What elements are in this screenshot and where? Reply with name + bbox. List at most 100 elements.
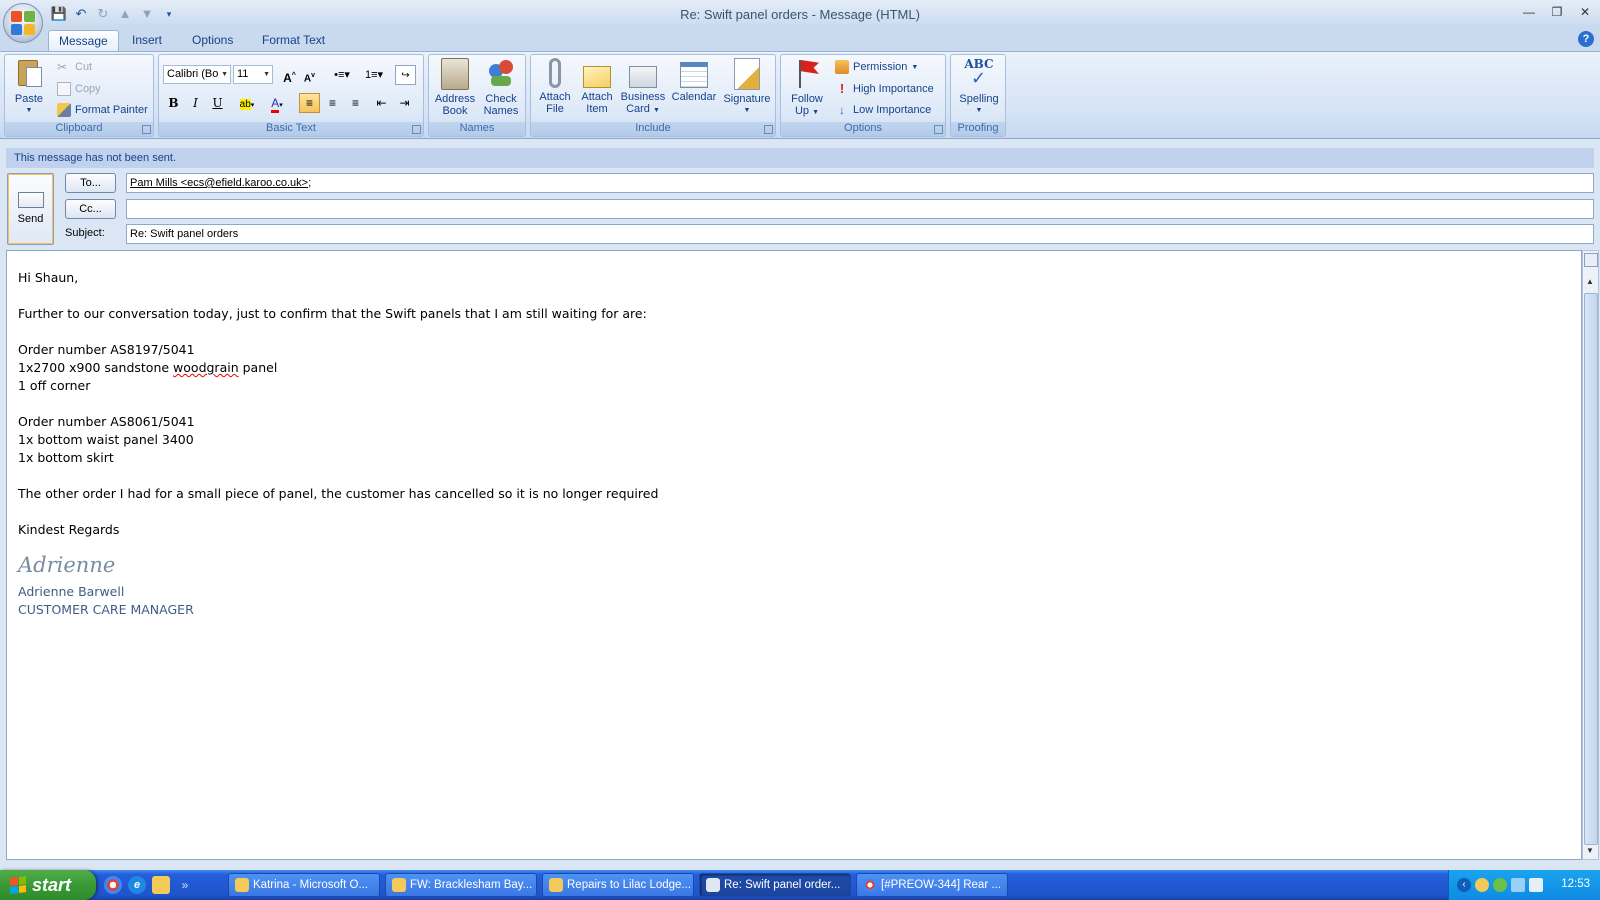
permission-dropdown-icon[interactable]: ▼ [911,64,918,71]
align-left-icon[interactable]: ≡ [299,93,320,113]
taskbar-item-katrina[interactable]: Katrina - Microsoft O... [228,873,380,897]
restore-icon[interactable]: ❐ [1546,3,1568,21]
internet-explorer-icon[interactable]: e [128,876,146,894]
office-button[interactable] [3,3,43,43]
subject-field[interactable]: Re: Swift panel orders [126,224,1594,244]
send-label: Send [17,213,44,225]
paste-dropdown-icon[interactable]: ▼ [9,105,49,117]
business-card-button[interactable]: Business Card ▼ [619,58,667,117]
permission-label: Permission [853,61,908,73]
address-book-label-2: Book [442,105,468,117]
align-right-icon[interactable]: ≡ [345,93,366,113]
tray-outlook-icon[interactable] [1475,878,1489,892]
include-group-label: Include [531,122,775,136]
taskbar-item-bracklesham[interactable]: FW: Bracklesham Bay... [385,873,537,897]
options-group: Follow Up ▼ Permission ▼ ! High Importan… [780,54,946,137]
follow-up-dropdown-icon[interactable]: ▼ [812,109,819,116]
highlight-icon[interactable]: ab▾ [233,93,261,113]
attach-item-button[interactable]: Attach Item [577,58,617,115]
cc-field[interactable] [126,199,1594,219]
spelling-dropdown-icon[interactable]: ▼ [955,105,1003,117]
to-button[interactable]: To... [65,173,116,193]
font-dropdown-icon[interactable]: ▼ [221,66,228,83]
more-icon[interactable]: » [176,876,194,894]
tray-status-icon[interactable] [1493,878,1507,892]
taskbar-item-swift-panel[interactable]: Re: Swift panel order... [699,873,851,897]
low-importance-button[interactable]: ↓ Low Importance [835,100,931,120]
tab-insert[interactable]: Insert [122,30,172,51]
outlook-icon[interactable] [152,876,170,894]
taskbar-item-preow[interactable]: [#PREOW-344] Rear ... [856,873,1008,897]
send-button[interactable]: Send [7,173,54,245]
attach-file-button[interactable]: Attach File [535,58,575,115]
permission-button[interactable]: Permission ▼ [835,57,918,77]
message-body[interactable]: Hi Shaun, Further to our conversation to… [6,250,1582,860]
subject-label: Subject: [65,227,105,239]
options-launcher-icon[interactable] [934,125,943,134]
high-importance-button[interactable]: ! High Importance [835,79,934,99]
ruler-toggle-icon[interactable] [1584,253,1598,267]
scrollbar-thumb[interactable] [1584,293,1598,845]
taskbar-item-lilac-lodge[interactable]: Repairs to Lilac Lodge... [542,873,694,897]
check-names-button[interactable]: Check Names [479,58,523,117]
italic-button[interactable]: I [185,93,206,113]
tray-volume-icon[interactable] [1529,878,1543,892]
size-dropdown-icon[interactable]: ▼ [263,66,270,83]
cut-button[interactable]: ✂ Cut [57,57,92,77]
calendar-button[interactable]: Calendar [669,58,719,103]
tray-expand-icon[interactable]: ‹ [1457,878,1471,892]
font-size-combo[interactable]: 11 ▼ [233,65,273,84]
misspelled-word[interactable]: woodgrain [173,360,239,375]
signature-dropdown-icon[interactable]: ▼ [721,105,773,117]
cc-button[interactable]: Cc... [65,199,116,219]
spelling-label: Spelling [959,93,999,105]
tab-message[interactable]: Message [48,30,119,51]
signature-script: Adrienne [18,553,116,577]
follow-up-button[interactable]: Follow Up ▼ [785,58,829,119]
grow-font-icon[interactable]: A^ [279,65,300,85]
clipboard-group: Paste ▼ ✂ Cut Copy Format Painter Clipbo… [4,54,154,137]
scroll-up-icon[interactable]: ▲ [1586,277,1594,286]
numbering-icon[interactable]: 1≡▾ [359,65,389,85]
chrome-task-icon [863,878,877,892]
to-recipient[interactable]: Pam Mills <ecs@efield.karoo.co.uk> [130,177,308,189]
window-controls: — ❐ ✕ [1518,3,1596,21]
shrink-font-icon[interactable]: Av [299,65,320,85]
tray-network-icon[interactable] [1511,878,1525,892]
tab-format-text[interactable]: Format Text [252,30,335,51]
bullets-icon[interactable]: •≡▾ [327,65,357,85]
copy-button[interactable]: Copy [57,79,101,99]
include-launcher-icon[interactable] [764,125,773,134]
paste-icon [13,58,45,90]
permission-icon [835,60,849,74]
scroll-down-icon[interactable]: ▼ [1586,846,1594,855]
start-button[interactable]: start [0,870,96,900]
vertical-scrollbar[interactable]: ▲ ▼ [1582,250,1599,860]
format-painter-button[interactable]: Format Painter [57,100,148,120]
signature-button[interactable]: Signature ▼ [721,58,773,117]
to-field[interactable]: Pam Mills <ecs@efield.karoo.co.uk>; [126,173,1594,193]
styles-icon[interactable]: ↪ [395,65,416,85]
close-icon[interactable]: ✕ [1574,3,1596,21]
basic-text-launcher-icon[interactable] [412,125,421,134]
red-flag-icon [791,58,823,90]
increase-indent-icon[interactable]: ⇥ [394,93,415,113]
tab-options[interactable]: Options [182,30,243,51]
intro-paragraph: Further to our conversation today, just … [18,306,647,321]
align-center-icon[interactable]: ≡ [322,93,343,113]
address-book-button[interactable]: Address Book [433,58,477,117]
font-name-combo[interactable]: Calibri (Bo ▼ [163,65,231,84]
chrome-icon[interactable] [104,876,122,894]
basic-text-group-label: Basic Text [159,122,423,136]
font-color-icon[interactable]: A▾ [263,93,291,113]
minimize-icon[interactable]: — [1518,3,1540,21]
paste-button[interactable]: Paste ▼ [9,58,49,117]
business-card-dropdown-icon[interactable]: ▼ [653,107,660,114]
bold-button[interactable]: B [163,93,184,113]
clipboard-launcher-icon[interactable] [142,125,151,134]
decrease-indent-icon[interactable]: ⇤ [371,93,392,113]
envelope-task-icon [392,878,406,892]
underline-button[interactable]: U [207,93,228,113]
help-icon[interactable]: ? [1578,31,1594,47]
spelling-button[interactable]: ABC ✓ Spelling ▼ [955,58,1003,117]
